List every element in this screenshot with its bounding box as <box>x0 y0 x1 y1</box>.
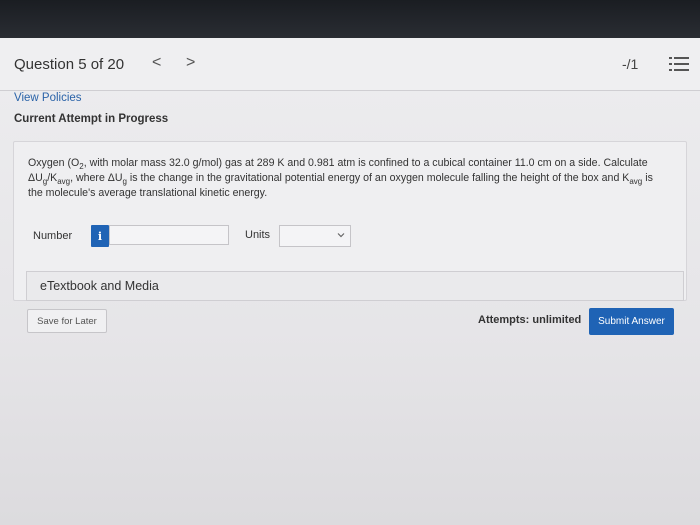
units-label: Units <box>245 229 271 241</box>
question-header: Question 5 of 20 < > -/1 <box>0 38 700 91</box>
question-title: Question 5 of 20 <box>14 56 125 73</box>
screen-bezel <box>0 0 700 38</box>
previous-question-button[interactable]: < <box>152 54 161 72</box>
current-attempt-heading: Current Attempt in Progress <box>14 113 169 125</box>
info-icon[interactable]: i <box>91 225 109 247</box>
view-policies-link[interactable]: View Policies <box>14 92 82 104</box>
units-select[interactable] <box>279 225 351 247</box>
submit-answer-button[interactable]: Submit Answer <box>589 308 674 335</box>
chevron-down-icon <box>337 233 345 238</box>
etextbook-media-panel[interactable]: eTextbook and Media <box>26 271 684 301</box>
question-text: Oxygen (O2, with molar mass 32.0 g/mol) … <box>28 157 653 199</box>
question-list-icon[interactable] <box>669 56 689 72</box>
assignment-page: Question 5 of 20 < > -/1 View Policies C… <box>0 38 700 525</box>
number-label: Number <box>33 230 73 242</box>
question-score: -/1 <box>622 56 639 72</box>
attempts-label: Attempts: unlimited <box>478 314 582 326</box>
number-input[interactable] <box>109 225 229 245</box>
next-question-button[interactable]: > <box>186 54 195 72</box>
save-for-later-button[interactable]: Save for Later <box>27 309 107 333</box>
